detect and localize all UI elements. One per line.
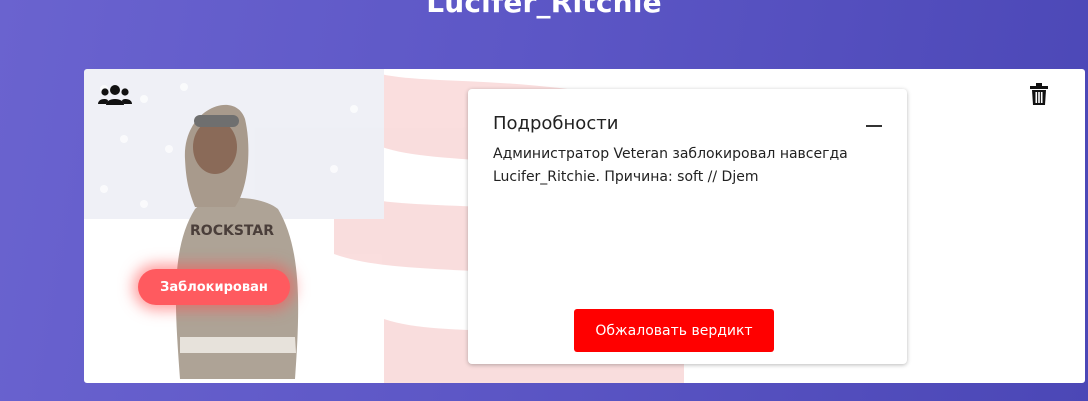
minus-icon[interactable] (866, 125, 882, 127)
profile-card: ROCKSTAR Заблокирован Подробности Админи… (84, 69, 1085, 383)
page-title: Lucifer_Ritchie (426, 0, 662, 19)
details-panel: Подробности Администратор Veteran заблок… (468, 89, 907, 364)
ban-details-text: Администратор Veteran заблокировал навсе… (493, 146, 848, 185)
users-group-icon[interactable] (98, 84, 132, 106)
details-title: Подробности (493, 113, 619, 134)
appeal-verdict-button[interactable]: Обжаловать вердикт (574, 309, 774, 352)
status-badge: Заблокирован (138, 269, 290, 305)
player-skin-image: ROCKSTAR (175, 104, 299, 379)
trash-icon[interactable] (1030, 83, 1048, 105)
svg-text:ROCKSTAR: ROCKSTAR (190, 223, 274, 239)
